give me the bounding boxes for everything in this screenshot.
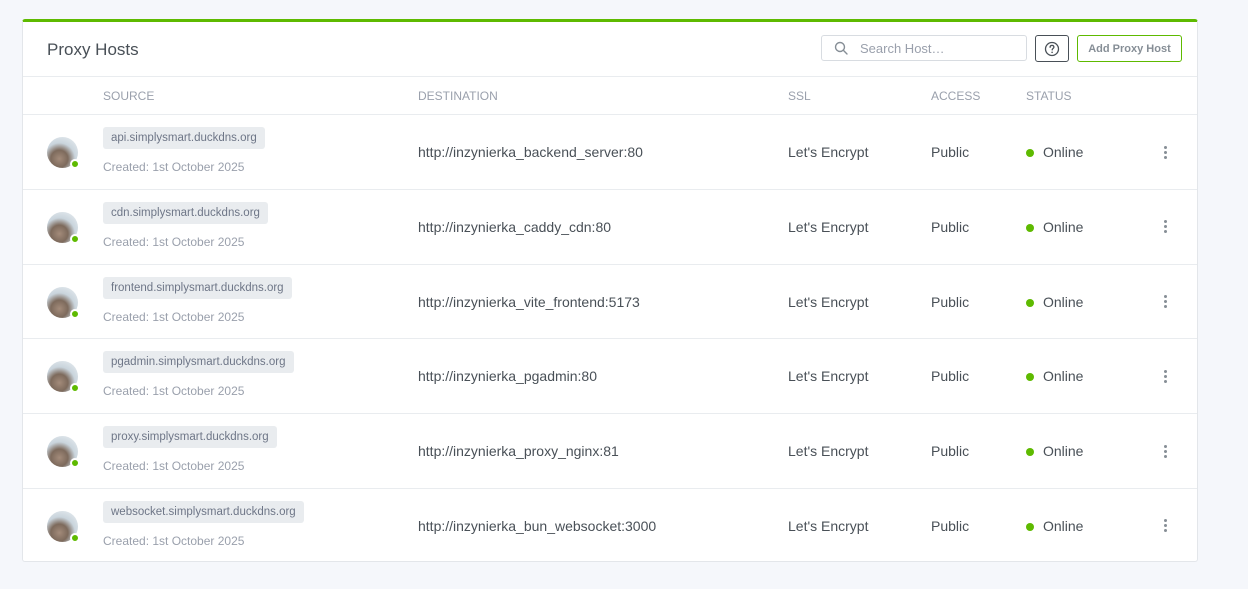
destination: http://inzynierka_proxy_nginx:81 xyxy=(418,443,619,460)
question-circle-icon xyxy=(1044,41,1060,56)
access: Public xyxy=(931,368,970,385)
row-menu-icon[interactable] xyxy=(1159,517,1171,535)
online-indicator xyxy=(70,233,80,244)
status-dot xyxy=(1026,149,1034,157)
proxy-hosts-card: Proxy Hosts Add Proxy Host SOURCE DESTIN… xyxy=(22,19,1198,562)
status-dot xyxy=(1026,223,1034,232)
table-body: api.simplysmart.duckdns.org Created: 1st… xyxy=(23,115,1197,564)
ssl: Let's Encrypt xyxy=(788,293,869,310)
status-dot xyxy=(1026,298,1034,307)
online-indicator xyxy=(70,383,80,394)
table-row[interactable]: api.simplysmart.duckdns.org Created: 1st… xyxy=(23,115,1197,190)
destination: http://inzynierka_bun_websocket:3000 xyxy=(418,517,657,534)
help-button[interactable] xyxy=(1035,35,1069,62)
column-destination[interactable]: DESTINATION xyxy=(418,89,498,103)
status: Online xyxy=(1043,443,1084,460)
source-domain-tag[interactable]: websocket.simplysmart.duckdns.org xyxy=(103,500,304,523)
source-domain-tag[interactable]: frontend.simplysmart.duckdns.org xyxy=(103,276,292,299)
created-date: Created: 1st October 2025 xyxy=(103,309,245,324)
access: Public xyxy=(931,144,970,160)
ssl: Let's Encrypt xyxy=(788,368,869,385)
column-status[interactable]: STATUS xyxy=(1026,89,1072,103)
destination: http://inzynierka_backend_server:80 xyxy=(418,144,643,160)
created-date: Created: 1st October 2025 xyxy=(103,160,245,174)
access: Public xyxy=(931,218,970,235)
row-menu-icon[interactable] xyxy=(1159,367,1171,385)
search-icon xyxy=(834,41,848,55)
source-domain-tag[interactable]: cdn.simplysmart.duckdns.org xyxy=(103,201,268,224)
online-indicator xyxy=(70,532,80,543)
column-ssl[interactable]: SSL xyxy=(788,89,811,103)
table-row[interactable]: pgadmin.simplysmart.duckdns.org Created:… xyxy=(23,339,1197,415)
status: Online xyxy=(1043,144,1084,160)
destination: http://inzynierka_pgadmin:80 xyxy=(418,368,597,385)
row-menu-icon[interactable] xyxy=(1159,442,1171,460)
page-title: Proxy Hosts xyxy=(47,40,139,59)
source-domain-tag[interactable]: api.simplysmart.duckdns.org xyxy=(103,127,265,149)
status-dot xyxy=(1026,373,1034,382)
ssl: Let's Encrypt xyxy=(788,144,869,160)
status: Online xyxy=(1043,368,1084,385)
status: Online xyxy=(1043,293,1084,310)
ssl: Let's Encrypt xyxy=(788,443,869,460)
ssl: Let's Encrypt xyxy=(788,517,869,534)
destination: http://inzynierka_vite_frontend:5173 xyxy=(418,293,640,310)
avatar xyxy=(47,510,80,543)
table-row[interactable]: frontend.simplysmart.duckdns.org Created… xyxy=(23,265,1197,340)
row-menu-icon[interactable] xyxy=(1159,143,1171,161)
search-input[interactable] xyxy=(860,39,1020,57)
status: Online xyxy=(1043,517,1084,534)
ssl: Let's Encrypt xyxy=(788,218,869,235)
created-date: Created: 1st October 2025 xyxy=(103,234,245,249)
column-access[interactable]: ACCESS xyxy=(931,89,980,103)
access: Public xyxy=(931,443,970,460)
destination: http://inzynierka_caddy_cdn:80 xyxy=(418,218,612,235)
online-indicator xyxy=(70,159,80,169)
status-dot xyxy=(1026,448,1034,457)
avatar xyxy=(47,286,80,319)
avatar xyxy=(47,211,80,244)
column-source[interactable]: SOURCE xyxy=(103,89,154,103)
add-proxy-host-button[interactable]: Add Proxy Host xyxy=(1077,35,1182,62)
table-row[interactable]: websocket.simplysmart.duckdns.org Create… xyxy=(23,489,1197,564)
table-row[interactable]: cdn.simplysmart.duckdns.org Created: 1st… xyxy=(23,190,1197,265)
table-row[interactable]: proxy.simplysmart.duckdns.org Created: 1… xyxy=(23,414,1197,489)
avatar xyxy=(47,361,80,394)
avatar xyxy=(47,137,80,169)
access: Public xyxy=(931,293,970,310)
created-date: Created: 1st October 2025 xyxy=(103,533,245,548)
status-dot xyxy=(1026,522,1034,531)
online-indicator xyxy=(70,308,80,319)
online-indicator xyxy=(70,458,80,469)
created-date: Created: 1st October 2025 xyxy=(103,384,245,399)
row-menu-icon[interactable] xyxy=(1159,293,1171,311)
table-header: SOURCE DESTINATION SSL ACCESS STATUS xyxy=(23,77,1197,115)
source-domain-tag[interactable]: proxy.simplysmart.duckdns.org xyxy=(103,426,277,449)
source-domain-tag[interactable]: pgadmin.simplysmart.duckdns.org xyxy=(103,351,294,374)
row-menu-icon[interactable] xyxy=(1159,218,1171,236)
status: Online xyxy=(1043,218,1084,235)
search-box[interactable] xyxy=(821,35,1027,61)
created-date: Created: 1st October 2025 xyxy=(103,459,245,474)
card-header: Proxy Hosts Add Proxy Host xyxy=(23,22,1197,77)
access: Public xyxy=(931,517,970,534)
avatar xyxy=(47,436,80,469)
